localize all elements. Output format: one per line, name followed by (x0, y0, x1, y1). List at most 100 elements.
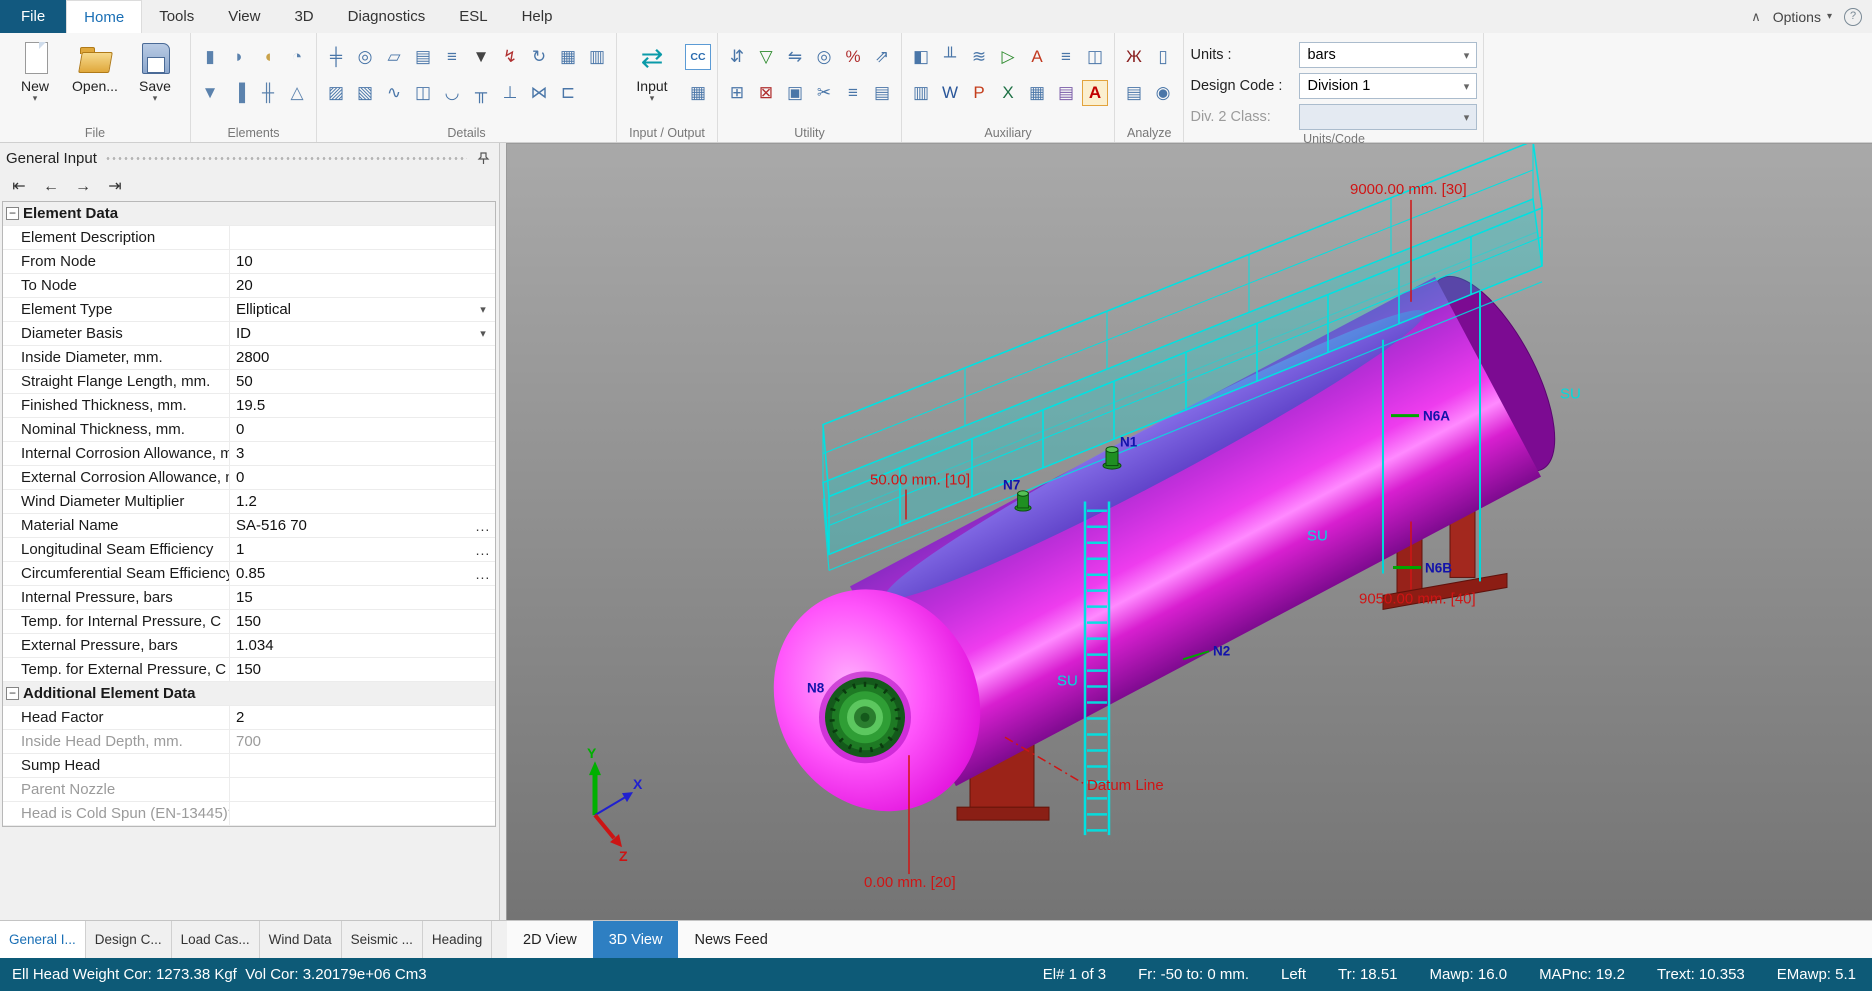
tab-3d[interactable]: 3D (277, 0, 330, 33)
first-element-button[interactable]: ⇤ (6, 176, 32, 198)
tray-icon[interactable]: ▦ (555, 44, 581, 70)
property-value-field[interactable] (229, 802, 495, 825)
weight-icon[interactable]: ▼ (468, 44, 494, 70)
prev-element-button[interactable]: ← (38, 176, 64, 198)
property-value-field[interactable]: 2 (229, 706, 495, 729)
3d-model-canvas[interactable]: 9000.00 mm. [30] 50.00 mm. [10] 9050.00 … (507, 144, 1872, 920)
ellipsis-button[interactable]: ... (474, 518, 492, 534)
component-data-icon[interactable]: ◧ (908, 44, 934, 70)
property-value-field[interactable]: 150 (229, 658, 495, 681)
share-icon[interactable]: ⇗ (869, 44, 895, 70)
property-value-field[interactable]: 700 (229, 730, 495, 753)
excel-export-icon[interactable]: X (995, 80, 1021, 106)
body-flange-element-icon[interactable]: ╫ (255, 80, 281, 106)
platform-icon[interactable]: ▤ (410, 44, 436, 70)
category-tab-wind-data[interactable]: Wind Data (260, 921, 342, 958)
dropdown-arrow-icon[interactable]: ▾ (474, 303, 492, 316)
elliptical-head-element-icon[interactable]: ◗ (226, 44, 252, 70)
conical-element-icon[interactable]: ▼ (197, 80, 223, 106)
next-element-button[interactable]: → (70, 176, 96, 198)
tools-icon[interactable]: ▥ (908, 80, 934, 106)
ladder-icon[interactable]: ≡ (439, 44, 465, 70)
view-tab-2d-view[interactable]: 2D View (507, 921, 593, 958)
collapse-group-icon[interactable]: − (6, 207, 19, 220)
basering-icon[interactable]: ⊥ (497, 80, 523, 106)
property-value-field[interactable]: 0.85... (229, 562, 495, 585)
tab-tools[interactable]: Tools (142, 0, 211, 33)
property-value-field[interactable]: 15 (229, 586, 495, 609)
property-value-field[interactable]: 2800 (229, 346, 495, 369)
saddle-icon[interactable]: ◡ (439, 80, 465, 106)
clip-icon[interactable]: ⊏ (555, 80, 581, 106)
property-value-field[interactable] (229, 778, 495, 801)
pin-icon[interactable] (475, 150, 491, 166)
batch-run-icon[interactable]: ▤ (1121, 80, 1147, 106)
property-value-field[interactable]: Elliptical▾ (229, 298, 495, 321)
word-export-icon[interactable]: W (937, 80, 963, 106)
property-value-field[interactable]: ID▾ (229, 322, 495, 345)
stiffening-ring-icon[interactable]: ◎ (352, 44, 378, 70)
open-button[interactable]: Open... (66, 35, 124, 103)
tab-view[interactable]: View (211, 0, 277, 33)
insert-element-icon[interactable]: ⊞ (724, 80, 750, 106)
tab-help[interactable]: Help (505, 0, 570, 33)
notes-icon[interactable]: ▤ (869, 80, 895, 106)
output-grid-icon[interactable]: ▦ (685, 80, 711, 106)
collapse-group-icon[interactable]: − (6, 687, 19, 700)
calculator-icon[interactable]: ≡ (840, 80, 866, 106)
new-button[interactable]: New▾ (6, 35, 64, 103)
delete-element-icon[interactable]: ⊠ (753, 80, 779, 106)
flat-head-element-icon[interactable]: ▐ (226, 80, 252, 106)
property-value-field[interactable]: 20 (229, 274, 495, 297)
property-value-field[interactable]: 0 (229, 418, 495, 441)
torispherical-head-element-icon[interactable]: ◔ (284, 44, 310, 70)
weld-seam-icon[interactable]: ⋈ (526, 80, 552, 106)
support-detail-icon[interactable]: ╨ (937, 44, 963, 70)
wave-load-icon[interactable]: ≋ (966, 44, 992, 70)
list-report-icon[interactable]: ≡ (1053, 44, 1079, 70)
moment-icon[interactable]: ↻ (526, 44, 552, 70)
lug-icon[interactable]: ▱ (381, 44, 407, 70)
pdf-export-icon[interactable]: A (1082, 80, 1108, 106)
tab-file[interactable]: File (0, 0, 66, 33)
legs-icon[interactable]: ╥ (468, 80, 494, 106)
design-code-combobox[interactable]: Division 1▾ (1299, 73, 1477, 99)
database-icon[interactable]: ▤ (1053, 80, 1079, 106)
help-icon[interactable]: ? (1844, 8, 1862, 26)
grid-export-icon[interactable]: ▦ (1024, 80, 1050, 106)
ppt-export-icon[interactable]: P (966, 80, 992, 106)
property-value-field[interactable]: 1.034 (229, 634, 495, 657)
collapse-ribbon-icon[interactable]: ∧ (1751, 9, 1761, 25)
swap-elements-icon[interactable]: ⇋ (782, 44, 808, 70)
review-report-icon[interactable]: ▯ (1150, 44, 1176, 70)
category-tab-load-cas[interactable]: Load Cas... (172, 921, 260, 958)
cc-icon[interactable]: CC (685, 44, 711, 70)
halfpipe-jacket-icon[interactable]: ∿ (381, 80, 407, 106)
category-tab-design-c[interactable]: Design C... (86, 921, 172, 958)
marker-icon[interactable]: ▷ (995, 44, 1021, 70)
save-button[interactable]: Save▾ (126, 35, 184, 103)
view-tab-news-feed[interactable]: News Feed (678, 921, 783, 958)
category-tab-general-i[interactable]: General I... (0, 921, 86, 958)
lining-icon[interactable]: ▨ (323, 80, 349, 106)
property-value-field[interactable]: 50 (229, 370, 495, 393)
view-tab-3d-view[interactable]: 3D View (593, 921, 679, 958)
property-value-field[interactable]: 10 (229, 250, 495, 273)
category-tab-heading[interactable]: Heading (423, 921, 492, 958)
insulation-icon[interactable]: ▥ (584, 44, 610, 70)
ellipsis-button[interactable]: ... (474, 542, 492, 558)
find-icon[interactable]: ◎ (811, 44, 837, 70)
tab-esl[interactable]: ESL (442, 0, 504, 33)
property-value-field[interactable]: 3 (229, 442, 495, 465)
panel-splitter[interactable] (499, 143, 507, 920)
input-button[interactable]: ⇄Input▾ (623, 35, 681, 103)
cut-icon[interactable]: ✂ (811, 80, 837, 106)
error-check-icon[interactable]: Ж (1121, 44, 1147, 70)
packing-icon[interactable]: ▧ (352, 80, 378, 106)
percent-icon[interactable]: % (840, 44, 866, 70)
copy-element-icon[interactable]: ▣ (782, 80, 808, 106)
spherical-head-element-icon[interactable]: ◖ (255, 44, 281, 70)
options-button[interactable]: Options (1773, 9, 1821, 25)
units-combobox[interactable]: bars▾ (1299, 42, 1477, 68)
property-value-field[interactable]: 150 (229, 610, 495, 633)
